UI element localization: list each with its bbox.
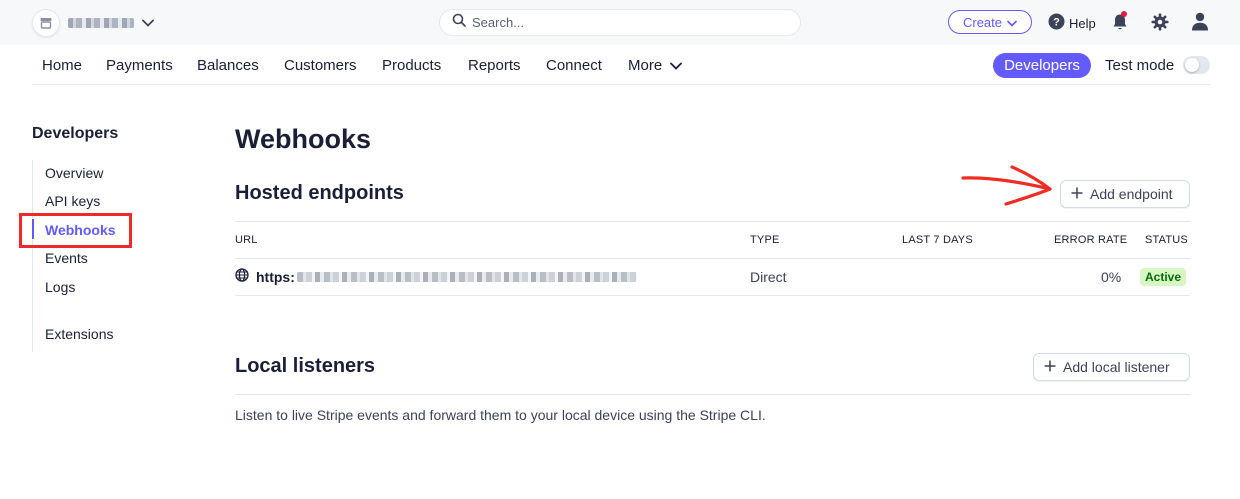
nav-item-home[interactable]: Home bbox=[42, 57, 82, 74]
divider bbox=[235, 295, 1190, 296]
create-label: Create bbox=[962, 14, 1003, 30]
sidebar-item-api-keys[interactable]: API keys bbox=[45, 193, 100, 209]
local-listeners-title: Local listeners bbox=[235, 355, 376, 377]
test-mode-toggle[interactable] bbox=[1183, 56, 1210, 74]
settings-button[interactable] bbox=[1151, 13, 1169, 36]
user-icon bbox=[1191, 12, 1209, 35]
column-header-error-rate: ERROR RATE bbox=[1054, 234, 1128, 246]
page-title: Webhooks bbox=[235, 124, 372, 154]
sidebar-item-extensions[interactable]: Extensions bbox=[45, 326, 113, 342]
account-switcher[interactable] bbox=[32, 9, 154, 37]
status-badge: Active bbox=[1140, 268, 1187, 286]
gear-icon bbox=[1151, 13, 1169, 35]
annotation-arrow-icon bbox=[960, 163, 1056, 212]
chevron-down-icon bbox=[142, 14, 154, 32]
main-nav: Home Payments Balances Customers Product… bbox=[32, 45, 1210, 85]
endpoint-url[interactable]: https: bbox=[235, 268, 637, 285]
endpoint-type: Direct bbox=[750, 269, 787, 285]
sidebar-nav: Overview API keys Webhooks Events Logs E… bbox=[32, 160, 192, 352]
search-bar[interactable] bbox=[439, 9, 801, 36]
developers-button[interactable]: Developers bbox=[993, 53, 1091, 78]
endpoint-error-rate: 0% bbox=[1101, 269, 1122, 285]
column-header-url: URL bbox=[235, 234, 258, 246]
plus-icon bbox=[1044, 359, 1056, 375]
sidebar-item-logs[interactable]: Logs bbox=[45, 279, 75, 295]
test-mode-label: Test mode bbox=[1105, 57, 1175, 74]
nav-item-connect[interactable]: Connect bbox=[546, 57, 602, 74]
nav-item-payments[interactable]: Payments bbox=[106, 57, 173, 74]
notifications-button[interactable] bbox=[1112, 11, 1128, 36]
sidebar-item-events[interactable]: Events bbox=[45, 250, 88, 266]
chevron-down-icon bbox=[670, 57, 683, 74]
annotation-highlight-box bbox=[19, 213, 132, 248]
chevron-down-icon bbox=[1007, 15, 1017, 30]
nav-item-reports[interactable]: Reports bbox=[468, 57, 521, 74]
add-endpoint-label: Add endpoint bbox=[1090, 186, 1173, 202]
store-icon bbox=[32, 9, 60, 37]
help-icon: ? bbox=[1048, 13, 1065, 33]
top-bar: Create ? Help bbox=[0, 0, 1240, 45]
svg-text:?: ? bbox=[1053, 17, 1060, 29]
add-local-listener-label: Add local listener bbox=[1063, 359, 1170, 375]
local-listeners-description: Listen to live Stripe events and forward… bbox=[235, 407, 766, 423]
nav-item-balances[interactable]: Balances bbox=[197, 57, 259, 74]
account-name-redacted bbox=[68, 18, 134, 28]
plus-icon bbox=[1071, 186, 1083, 202]
profile-button[interactable] bbox=[1191, 12, 1209, 36]
globe-icon bbox=[235, 268, 249, 285]
create-button[interactable]: Create bbox=[948, 10, 1032, 34]
endpoint-url-redacted bbox=[296, 271, 637, 282]
bell-icon bbox=[1112, 14, 1128, 35]
add-endpoint-button[interactable]: Add endpoint bbox=[1060, 180, 1190, 208]
notification-dot bbox=[1121, 11, 1127, 17]
column-header-last-7-days: LAST 7 DAYS bbox=[902, 234, 973, 246]
divider bbox=[235, 394, 1190, 395]
sidebar-item-overview[interactable]: Overview bbox=[45, 165, 103, 181]
nav-item-products[interactable]: Products bbox=[382, 57, 441, 74]
nav-item-more[interactable]: More bbox=[628, 57, 683, 74]
help-label: Help bbox=[1069, 15, 1096, 31]
help-button[interactable]: ? Help bbox=[1048, 13, 1096, 33]
divider bbox=[235, 258, 1190, 259]
hosted-endpoints-title: Hosted endpoints bbox=[235, 182, 404, 204]
divider bbox=[235, 221, 1190, 222]
search-icon bbox=[452, 13, 466, 32]
nav-item-customers[interactable]: Customers bbox=[284, 57, 357, 74]
endpoint-url-prefix: https: bbox=[256, 268, 295, 285]
sidebar-title: Developers bbox=[32, 125, 119, 142]
add-local-listener-button[interactable]: Add local listener bbox=[1033, 353, 1190, 381]
search-input[interactable] bbox=[472, 15, 772, 30]
nav-more-label: More bbox=[628, 57, 663, 74]
column-header-type: TYPE bbox=[750, 234, 780, 246]
column-header-status: STATUS bbox=[1145, 234, 1188, 246]
